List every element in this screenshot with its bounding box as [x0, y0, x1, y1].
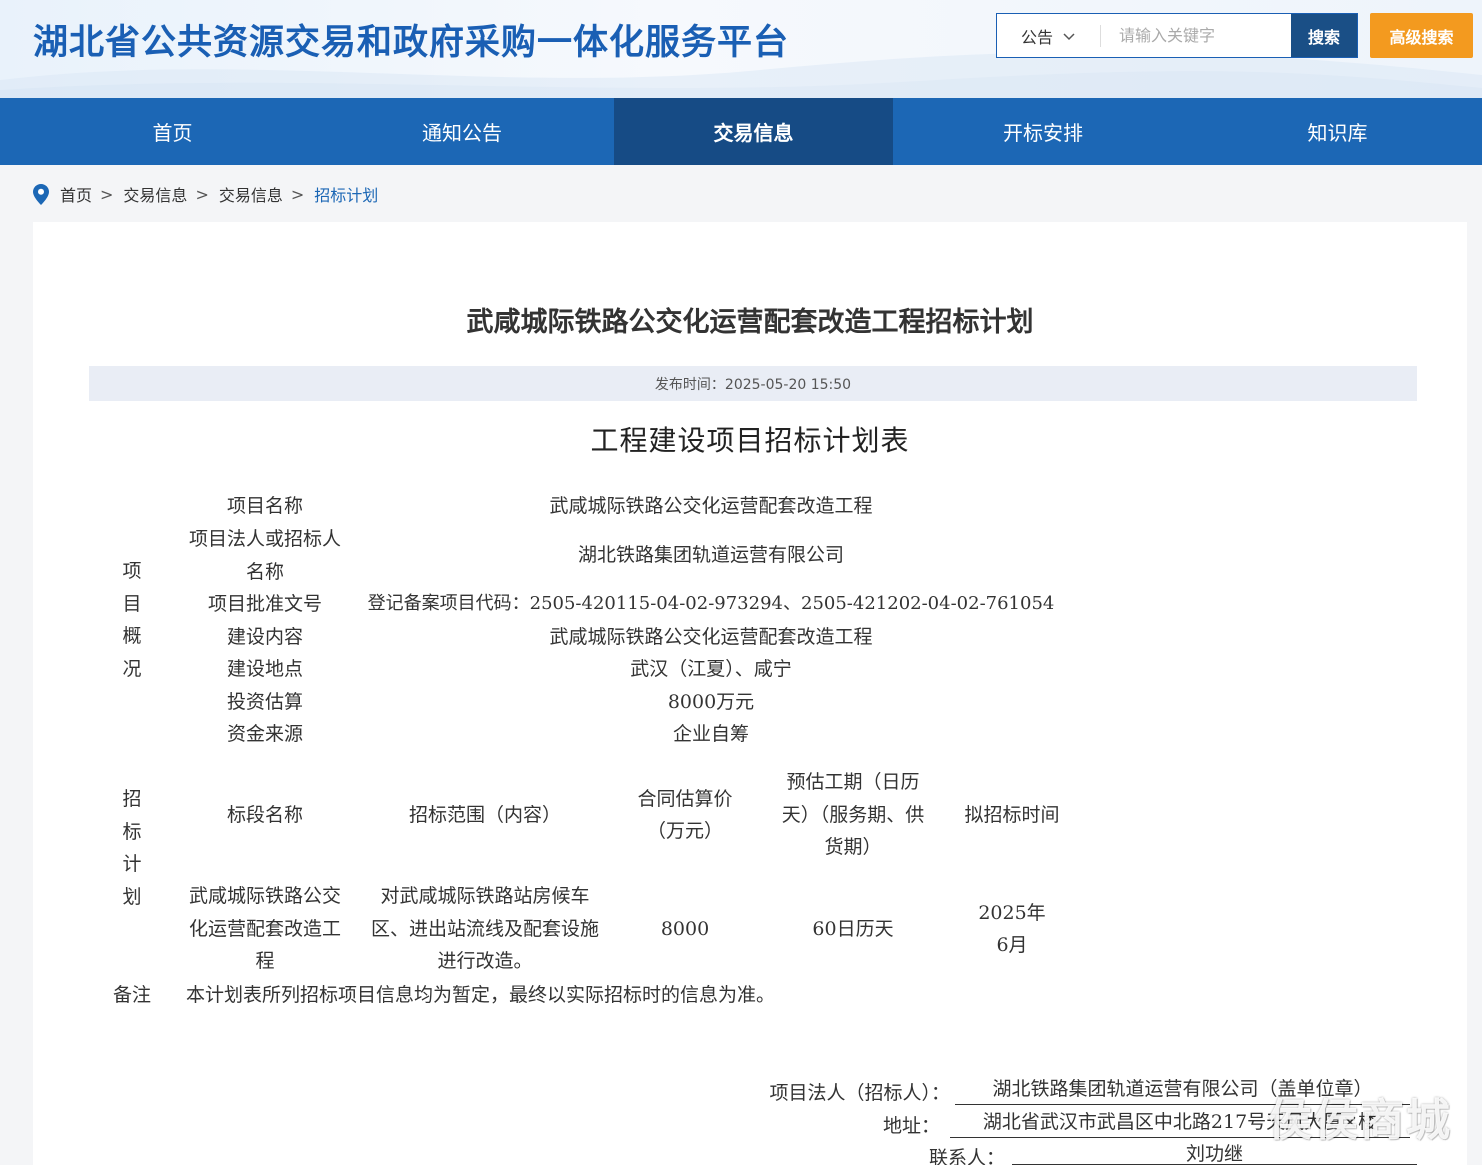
advanced-search-button[interactable]: 高级搜索	[1370, 13, 1473, 58]
group-char: 招	[122, 788, 142, 810]
bid-period: 60日历天	[812, 917, 894, 940]
overview-label: 项目名称	[226, 495, 303, 518]
address-row: 地址：	[700, 1108, 940, 1138]
breadcrumb-separator: >	[195, 184, 209, 204]
chevron-down-icon	[1063, 32, 1075, 40]
group-char: 概	[122, 625, 142, 647]
bid-time: 2025年6月	[978, 901, 1046, 957]
bid-price: 8000	[660, 917, 710, 940]
nav-item-bid-opening[interactable]: 开标安排	[893, 98, 1193, 165]
overview-value: 湖北铁路集团轨道运营有限公司	[577, 544, 844, 567]
overview-label: 项目批准文号	[207, 593, 322, 616]
bid-scope: 对武咸城际铁路站房候车区、进出站流线及配套设施进行改造。	[370, 885, 599, 973]
table-header: 招标范围（内容）	[408, 803, 561, 826]
table-cell: 对武咸城际铁路站房候车区、进出站流线及配套设施进行改造。	[360, 880, 610, 978]
publish-time: 发布时间：2025-05-20 15:50	[654, 376, 852, 393]
breadcrumb-separator: >	[290, 184, 305, 204]
group-char: 项	[122, 560, 142, 582]
overview-value: 武汉（江夏）、咸宁	[630, 658, 792, 681]
publish-time-bar: 发布时间：2025-05-20 15:50	[89, 366, 1417, 401]
group-char: 划	[122, 885, 142, 908]
table-header-text: 合同估算价（万元）	[637, 787, 733, 843]
remarks-text: 本计划表所列招标项目信息均为暂定，最终以实际招标时的信息为准。	[186, 984, 776, 1007]
group-char: 目	[122, 592, 142, 615]
legal-person-label: 项目法人（招标人）：	[769, 1082, 950, 1104]
table-header: 标段名称	[226, 803, 303, 826]
table-row: 武咸城际铁路公交化运营配套改造工程	[180, 880, 350, 978]
overview-value: 8000万元	[667, 691, 755, 714]
address-label: 地址：	[882, 1115, 940, 1137]
overview-label-text: 项目法人或招标人名称	[188, 528, 341, 583]
overview-value: 登记备案项目代码：2505-420115-04-02-973294、2505-4…	[367, 593, 1055, 615]
search-type-select[interactable]: 公告	[997, 14, 1101, 57]
legal-person-row: 项目法人（招标人）：	[700, 1075, 950, 1105]
table-header: 拟招标时间	[958, 750, 1066, 880]
table-header-text: 拟招标时间	[964, 803, 1060, 826]
contact-row: 联系人：	[700, 1141, 1005, 1165]
main-nav: 首页 通知公告 交易信息 开标安排 知识库	[0, 98, 1482, 165]
group-char: 计	[122, 853, 142, 875]
site-header: 湖北省公共资源交易和政府采购一体化服务平台 公告 搜索 高级搜索	[0, 0, 1482, 98]
article-title: 武咸城际铁路公交化运营配套改造工程招标计划	[466, 307, 1034, 338]
overview-value: 武咸城际铁路公交化运营配套改造工程	[549, 495, 873, 518]
breadcrumb-trade-info[interactable]: 交易信息	[123, 182, 187, 206]
nav-item-trade-info[interactable]: 交易信息	[614, 98, 893, 165]
nav-item-knowledge-base[interactable]: 知识库	[1193, 98, 1482, 165]
table-cell: 2025年6月	[958, 880, 1066, 978]
contact-label: 联系人：	[928, 1147, 1005, 1165]
breadcrumb: 首页 > 交易信息 > 交易信息 > 招标计划	[33, 180, 378, 208]
overview-label: 资金来源	[226, 723, 303, 746]
table-header: 预估工期（日历天）（服务期、供货期）	[770, 750, 936, 880]
nav-item-notices[interactable]: 通知公告	[345, 98, 579, 165]
bidding-group-label: 招 标 计 划	[112, 783, 152, 913]
search-type-label: 公告	[1020, 27, 1053, 47]
overview-label: 建设内容	[226, 626, 303, 649]
site-title[interactable]: 湖北省公共资源交易和政府采购一体化服务平台	[33, 14, 789, 65]
search-input[interactable]	[1101, 14, 1291, 57]
overview-label: 建设地点	[226, 658, 303, 681]
document-title: 工程建设项目招标计划表	[590, 424, 910, 457]
group-char: 标	[122, 820, 142, 843]
overview-label: 投资估算	[226, 691, 303, 714]
overview-value: 企业自筹	[672, 723, 749, 746]
table-header-text: 预估工期（日历天）（服务期、供货期）	[781, 771, 925, 859]
overview-value: 武咸城际铁路公交化运营配套改造工程	[549, 626, 873, 649]
breadcrumb-trade-info-sub[interactable]: 交易信息	[219, 182, 283, 206]
breadcrumb-home[interactable]: 首页	[60, 182, 92, 206]
breadcrumb-current: 招标计划	[314, 186, 379, 205]
search-button[interactable]: 搜索	[1291, 14, 1357, 57]
breadcrumb-separator: >	[100, 184, 114, 204]
remarks-label: 备注	[112, 984, 151, 1007]
overview-group-label: 项 目 概 况	[112, 555, 152, 685]
table-header: 合同估算价（万元）	[622, 750, 748, 880]
search-box: 公告 搜索	[996, 13, 1358, 58]
watermark: 侯侯商城	[1268, 1095, 1452, 1146]
group-char: 况	[122, 657, 142, 680]
bid-section-name: 武咸城际铁路公交化运营配套改造工程	[188, 885, 341, 973]
location-pin-icon	[33, 183, 49, 205]
nav-item-home[interactable]: 首页	[0, 98, 345, 165]
overview-label: 项目法人或招标人名称	[180, 523, 350, 588]
